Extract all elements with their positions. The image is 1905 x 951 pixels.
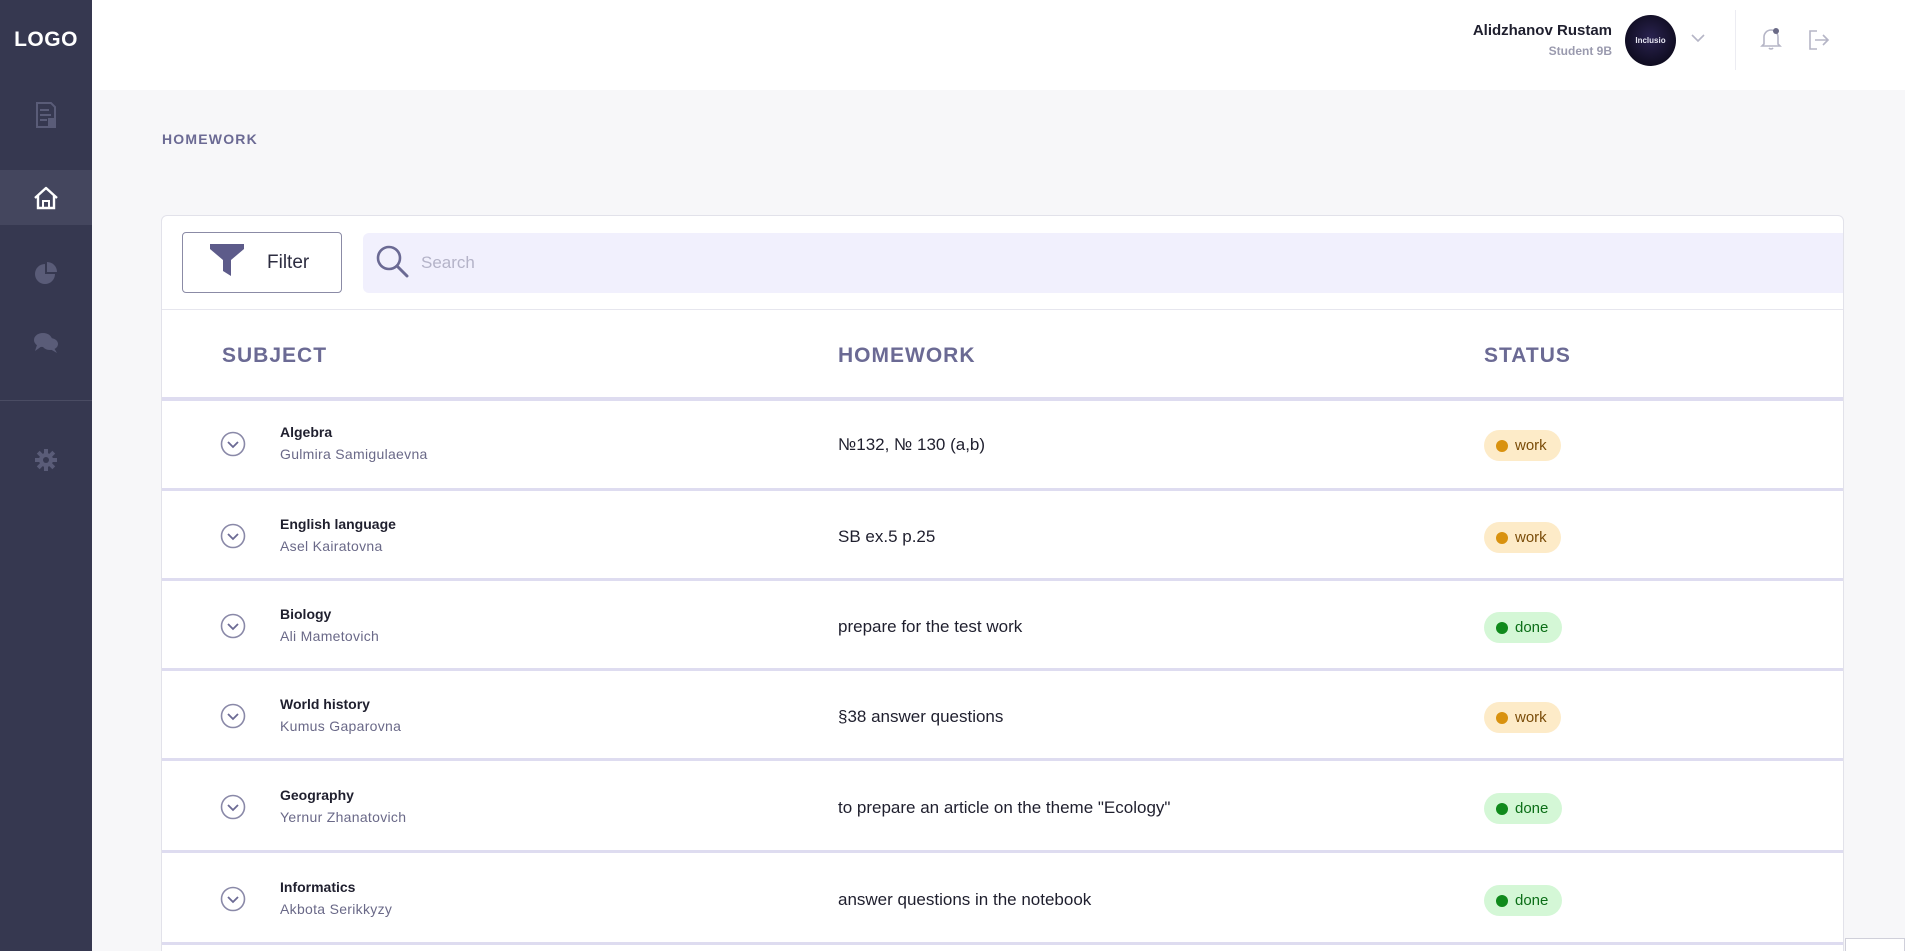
- subject-name: Algebra: [280, 424, 333, 440]
- status-label: work: [1515, 437, 1547, 454]
- home-icon: [33, 186, 59, 210]
- teacher-name: Kumus Gaparovna: [280, 718, 402, 734]
- subject-cell: Biology Ali Mametovich: [280, 606, 379, 644]
- homework-cell: prepare for the test work: [838, 617, 1023, 636]
- chat-icon: [33, 331, 59, 355]
- table-row[interactable]: World history Kumus Gaparovna §38 answer…: [162, 674, 1843, 761]
- avatar[interactable]: Inclusio: [1625, 15, 1676, 66]
- sidebar-divider: [0, 400, 92, 401]
- status-dot: [1496, 894, 1508, 907]
- search-input[interactable]: [421, 253, 1621, 273]
- homework-cell: §38 answer questions: [838, 707, 1004, 726]
- subject-name: Informatics: [280, 879, 356, 895]
- homework-card: Filter SUBJECT HOMEWORK STATUS Algebra G…: [161, 215, 1844, 951]
- table-row[interactable]: Biology Ali Mametovich prepare for the t…: [162, 584, 1843, 671]
- user-role: Student 9B: [1548, 44, 1612, 58]
- subject-cell: Informatics Akbota Serikkyzy: [280, 879, 392, 917]
- status-label: work: [1515, 529, 1547, 546]
- header-divider: [1735, 10, 1736, 70]
- column-header-status[interactable]: STATUS: [1484, 344, 1571, 368]
- pie-chart-icon: [34, 261, 58, 285]
- sidebar-item-statistics[interactable]: [0, 250, 92, 295]
- table-row[interactable]: Informatics Akbota Serikkyzy answer ques…: [162, 856, 1843, 945]
- status-label: done: [1515, 619, 1549, 636]
- sidebar-item-home[interactable]: [0, 170, 92, 225]
- page-title: HOMEWORK: [162, 131, 258, 147]
- expand-row-icon[interactable]: [220, 703, 246, 734]
- filter-icon: [209, 243, 245, 283]
- subject-name: English language: [280, 516, 396, 532]
- homework-cell: SB ex.5 p.25: [838, 527, 936, 546]
- status-dot: [1496, 439, 1508, 452]
- page-corner-tab: [1845, 938, 1905, 951]
- sidebar-item-chat[interactable]: [0, 320, 92, 365]
- expand-row-icon[interactable]: [220, 613, 246, 644]
- teacher-name: Gulmira Samigulaevna: [280, 446, 428, 462]
- bell-icon[interactable]: [1760, 27, 1782, 56]
- teacher-name: Ali Mametovich: [280, 628, 380, 644]
- status-dot: [1496, 621, 1508, 634]
- status-badge: work: [1484, 430, 1561, 461]
- subject-name: World history: [280, 696, 370, 712]
- table-row[interactable]: English language Asel Kairatovna SB ex.5…: [162, 494, 1843, 581]
- sidebar: LOGO: [0, 0, 92, 951]
- table-row[interactable]: Geography Yernur Zhanatovich to prepare …: [162, 764, 1843, 853]
- status-dot: [1496, 531, 1508, 544]
- subject-name: Geography: [280, 787, 354, 803]
- homework-cell: to prepare an article on the theme "Ecol…: [838, 798, 1171, 817]
- status-label: work: [1515, 709, 1547, 726]
- status-badge: done: [1484, 612, 1563, 643]
- gear-icon: [34, 448, 58, 472]
- avatar-label: Inclusio: [1635, 36, 1666, 45]
- chevron-down-icon[interactable]: [1690, 30, 1706, 48]
- logout-icon[interactable]: [1808, 29, 1830, 56]
- filter-button[interactable]: Filter: [182, 232, 342, 293]
- sidebar-item-settings[interactable]: [0, 437, 92, 482]
- column-header-homework[interactable]: HOMEWORK: [838, 344, 976, 368]
- status-label: done: [1515, 800, 1549, 817]
- status-badge: work: [1484, 522, 1561, 553]
- table-row[interactable]: Algebra Gulmira Samigulaevna №132, № 130…: [162, 401, 1843, 491]
- document-icon: [35, 102, 57, 128]
- subject-cell: World history Kumus Gaparovna: [280, 696, 401, 734]
- homework-cell: answer questions in the notebook: [838, 890, 1092, 909]
- user-name: Alidzhanov Rustam: [1472, 22, 1612, 39]
- status-dot: [1496, 711, 1508, 724]
- user-info[interactable]: Alidzhanov Rustam Student 9B: [1473, 22, 1612, 58]
- status-dot: [1496, 802, 1508, 815]
- expand-row-icon[interactable]: [220, 794, 246, 825]
- teacher-name: Akbota Serikkyzy: [280, 901, 393, 917]
- status-badge: done: [1484, 885, 1563, 916]
- subject-cell: English language Asel Kairatovna: [280, 516, 396, 554]
- sidebar-item-documents[interactable]: [0, 80, 92, 150]
- search-icon: [375, 244, 409, 283]
- expand-row-icon[interactable]: [220, 431, 246, 462]
- status-badge: work: [1484, 702, 1561, 733]
- subject-cell: Geography Yernur Zhanatovich: [280, 787, 406, 825]
- status-label: done: [1515, 892, 1549, 909]
- expand-row-icon[interactable]: [220, 886, 246, 917]
- filter-label: Filter: [267, 251, 310, 273]
- status-badge: done: [1484, 793, 1563, 824]
- logo: LOGO: [14, 28, 78, 51]
- table-header: SUBJECT HOMEWORK STATUS: [162, 309, 1843, 401]
- teacher-name: Asel Kairatovna: [280, 538, 383, 554]
- teacher-name: Yernur Zhanatovich: [280, 809, 407, 825]
- column-header-subject[interactable]: SUBJECT: [222, 344, 327, 368]
- homework-cell: №132, № 130 (a,b): [838, 435, 986, 454]
- expand-row-icon[interactable]: [220, 523, 246, 554]
- search-bar[interactable]: [363, 233, 1843, 293]
- subject-name: Biology: [280, 606, 332, 622]
- subject-cell: Algebra Gulmira Samigulaevna: [280, 424, 428, 462]
